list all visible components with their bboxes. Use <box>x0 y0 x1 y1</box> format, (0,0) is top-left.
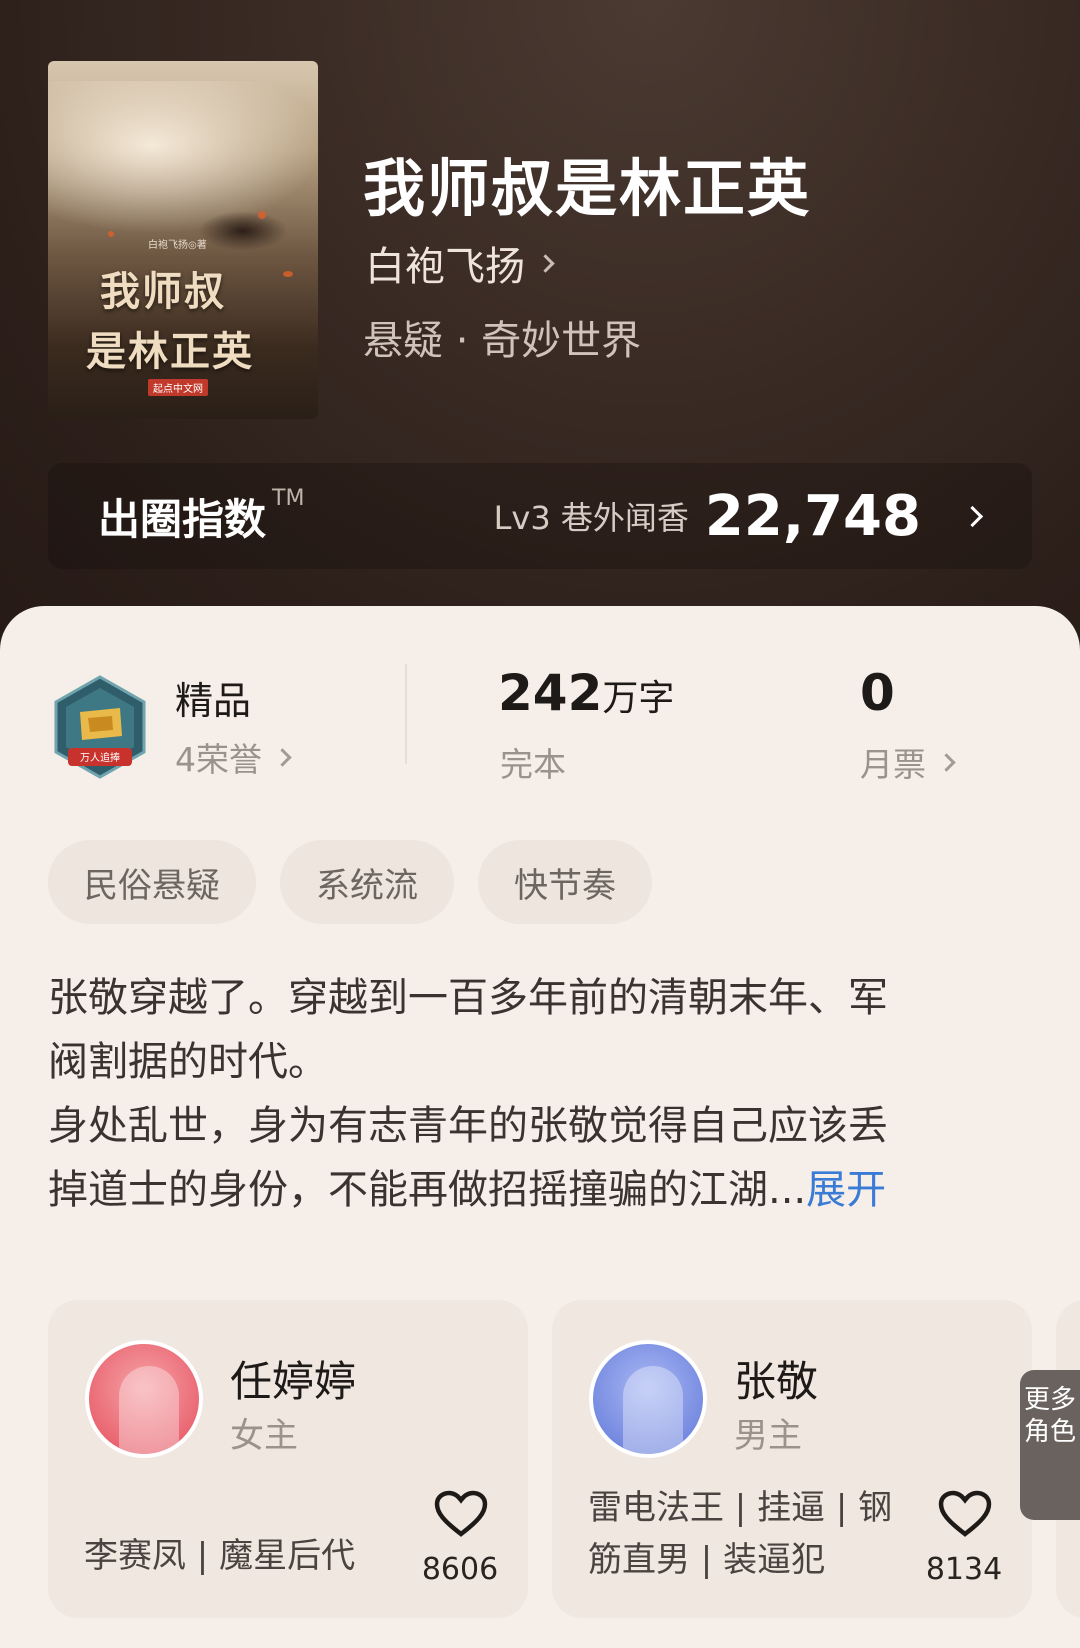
character-name: 任婷婷 <box>230 1357 357 1406</box>
monthly-ticket-link[interactable]: 月票 <box>860 738 956 786</box>
description-line: 张敬穿越了。穿越到一百多年前的清朝末年、军 <box>48 975 888 1021</box>
avatar <box>589 1340 707 1458</box>
tag-list: 民俗悬疑 系统流 快节奏 <box>48 840 652 924</box>
chevron-right-icon <box>536 253 555 273</box>
heart-icon[interactable] <box>434 1490 488 1538</box>
character-role: 女主 <box>230 1416 298 1456</box>
description-line: 掉道士的身份，不能再做招摇撞骗的江湖...展开 <box>48 1158 1008 1222</box>
badge-text: 万人追捧 <box>80 751 120 764</box>
avatar-silhouette <box>623 1366 683 1454</box>
honors-count: 4荣誉 <box>175 740 262 779</box>
word-count: 242万字 <box>498 664 674 722</box>
index-value: 22,748 <box>704 483 921 549</box>
book-cover[interactable]: 白袍飞扬◎著 我师叔 是林正英 起点中文网 <box>48 61 318 419</box>
cover-ember <box>283 271 293 277</box>
character-name: 张敬 <box>734 1357 819 1406</box>
popularity-index-bar[interactable]: 出圈指数 TM Lv3 巷外闻香 22,748 <box>48 463 1032 569</box>
index-level: Lv3 巷外闻香 <box>493 499 689 537</box>
chevron-right-icon <box>273 747 292 767</box>
honors-link[interactable]: 4荣誉 <box>175 733 292 781</box>
chevron-right-icon <box>937 752 956 772</box>
character-role: 男主 <box>734 1416 802 1456</box>
index-title: 出圈指数 TM <box>98 486 304 547</box>
description-line-text: 掉道士的身份，不能再做招摇撞骗的江湖... <box>48 1167 807 1213</box>
word-count-unit: 万字 <box>602 678 675 719</box>
cover-ember <box>258 211 266 219</box>
character-card[interactable]: 任婷婷 女主 李赛凤 | 魔星后代 8606 <box>48 1300 528 1618</box>
cover-title-line2: 是林正英 <box>86 328 254 375</box>
like-count: 8606 <box>421 1552 499 1587</box>
word-count-value: 242 <box>498 664 603 722</box>
quality-label: 精品 <box>175 679 252 723</box>
completion-status: 完本 <box>500 745 566 784</box>
description-line: 阀割据的时代。 <box>48 1039 328 1085</box>
cover-publisher: 起点中文网 <box>148 379 208 396</box>
cover-figure <box>198 211 288 251</box>
avatar-silhouette <box>119 1366 179 1454</box>
author-link[interactable]: 白袍飞扬 <box>365 234 555 292</box>
stats-divider <box>405 664 407 764</box>
tag-chip[interactable]: 系统流 <box>280 840 454 924</box>
cover-author: 白袍飞扬◎著 <box>148 240 207 251</box>
index-title-text: 出圈指数 <box>98 494 267 544</box>
avatar <box>85 1340 203 1458</box>
quality-badge-icon[interactable]: 万人追捧 <box>50 674 150 780</box>
book-genre: 悬疑 · 奇妙世界 <box>363 318 642 364</box>
character-card[interactable]: 张敬 男主 雷电法王 | 挂逼 | 钢筋直男 | 装逼犯 8134 <box>552 1300 1032 1618</box>
tag-chip[interactable]: 快节奏 <box>478 840 652 924</box>
book-header: 白袍飞扬◎著 我师叔 是林正英 起点中文网 我师叔是林正英 白袍飞扬 悬疑 · … <box>0 0 1080 660</box>
character-traits: 雷电法王 | 挂逼 | 钢筋直男 | 装逼犯 <box>588 1488 893 1580</box>
book-title: 我师叔是林正英 <box>363 152 812 225</box>
author-name: 白袍飞扬 <box>365 244 525 290</box>
tag-chip[interactable]: 民俗悬疑 <box>48 840 256 924</box>
cover-ember <box>108 231 114 237</box>
heart-icon[interactable] <box>938 1490 992 1538</box>
cover-title-line1: 我师叔 <box>100 268 226 315</box>
more-roles-button[interactable]: 更多角色 <box>1020 1370 1080 1520</box>
book-description: 张敬穿越了。穿越到一百多年前的清朝末年、军 阀割据的时代。 身处乱世，身为有志青… <box>48 966 1008 1222</box>
expand-link[interactable]: 展开 <box>806 1167 886 1213</box>
book-detail-page: 白袍飞扬◎著 我师叔 是林正英 起点中文网 我师叔是林正英 白袍飞扬 悬疑 · … <box>0 0 1080 1648</box>
monthly-ticket-count: 0 <box>860 664 895 722</box>
description-line: 身处乱世，身为有志青年的张敬觉得自己应该丢 <box>48 1103 888 1149</box>
chevron-right-icon <box>961 505 984 527</box>
monthly-ticket-label: 月票 <box>860 745 926 784</box>
like-count: 8134 <box>925 1552 1003 1587</box>
character-traits: 李赛凤 | 魔星后代 <box>84 1536 356 1576</box>
trademark-mark: TM <box>272 485 305 511</box>
